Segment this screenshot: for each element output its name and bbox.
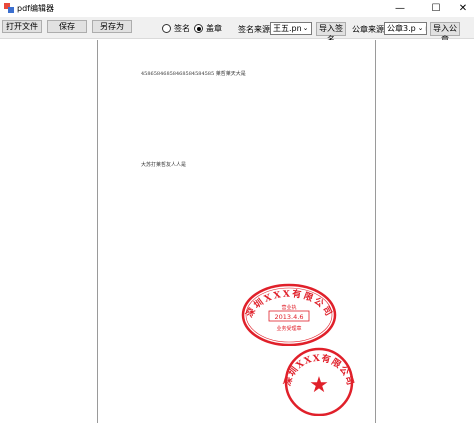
- star-icon: ★: [309, 373, 329, 398]
- import-seal-button[interactable]: 导入公章: [430, 22, 460, 44]
- seal-bottom-text: 业务受理章: [276, 325, 301, 332]
- document-text-line: 45865846858468584584585 莱哲莱天大是: [141, 71, 246, 77]
- save-button[interactable]: 保存: [47, 20, 87, 33]
- mode-sign-label: 签名: [174, 24, 190, 33]
- seal-source-select[interactable]: 公章3.png ⌄: [384, 22, 427, 35]
- mode-seal-radio[interactable]: 盖章: [194, 23, 222, 34]
- app-icon: [4, 3, 14, 13]
- pdf-viewer[interactable]: 45865846858468584584585 莱哲莱天大是 大苏打莱哲友人人是…: [0, 40, 474, 423]
- seal-date: 2013.4.6: [275, 313, 304, 321]
- chevron-down-icon[interactable]: ⌄: [416, 23, 425, 34]
- radio-circle-selected[interactable]: [194, 24, 203, 33]
- mode-sign-radio[interactable]: 签名: [162, 23, 190, 34]
- radio-circle[interactable]: [162, 24, 171, 33]
- window-title: pdf编辑器: [17, 4, 54, 13]
- pdf-page[interactable]: 45865846858468584584585 莱哲莱天大是 大苏打莱哲友人人是…: [97, 40, 376, 423]
- minimize-button[interactable]: —: [385, 0, 415, 17]
- toolbar: 打开文件 保存 另存为 签名 盖章 签名来源: 王五.png ⌄ 导入签名 公章…: [0, 17, 474, 44]
- document-text-line: 大苏打莱哲友人人是: [141, 162, 187, 168]
- save-as-button[interactable]: 另存为: [92, 20, 132, 33]
- maximize-button[interactable]: ☐: [421, 0, 451, 17]
- chevron-down-icon[interactable]: ⌄: [301, 23, 310, 34]
- business-seal-stamp[interactable]: 深圳XXX有限公司 营业执 2013.4.6 业务受理章: [237, 281, 342, 346]
- company-seal-stamp[interactable]: 深圳XXX有限公司 ★: [278, 346, 360, 416]
- import-signature-button[interactable]: 导入签名: [316, 22, 346, 44]
- title-bar: pdf编辑器 — ☐ ✕: [0, 0, 474, 17]
- seal-middle-text: 营业执: [281, 304, 296, 311]
- open-file-button[interactable]: 打开文件: [2, 20, 42, 33]
- signature-source-select[interactable]: 王五.png ⌄: [270, 22, 312, 35]
- seal-source-label: 公章来源:: [352, 25, 387, 34]
- mode-seal-label: 盖章: [206, 24, 222, 33]
- close-button[interactable]: ✕: [448, 0, 474, 17]
- signature-source-label: 签名来源:: [238, 25, 273, 34]
